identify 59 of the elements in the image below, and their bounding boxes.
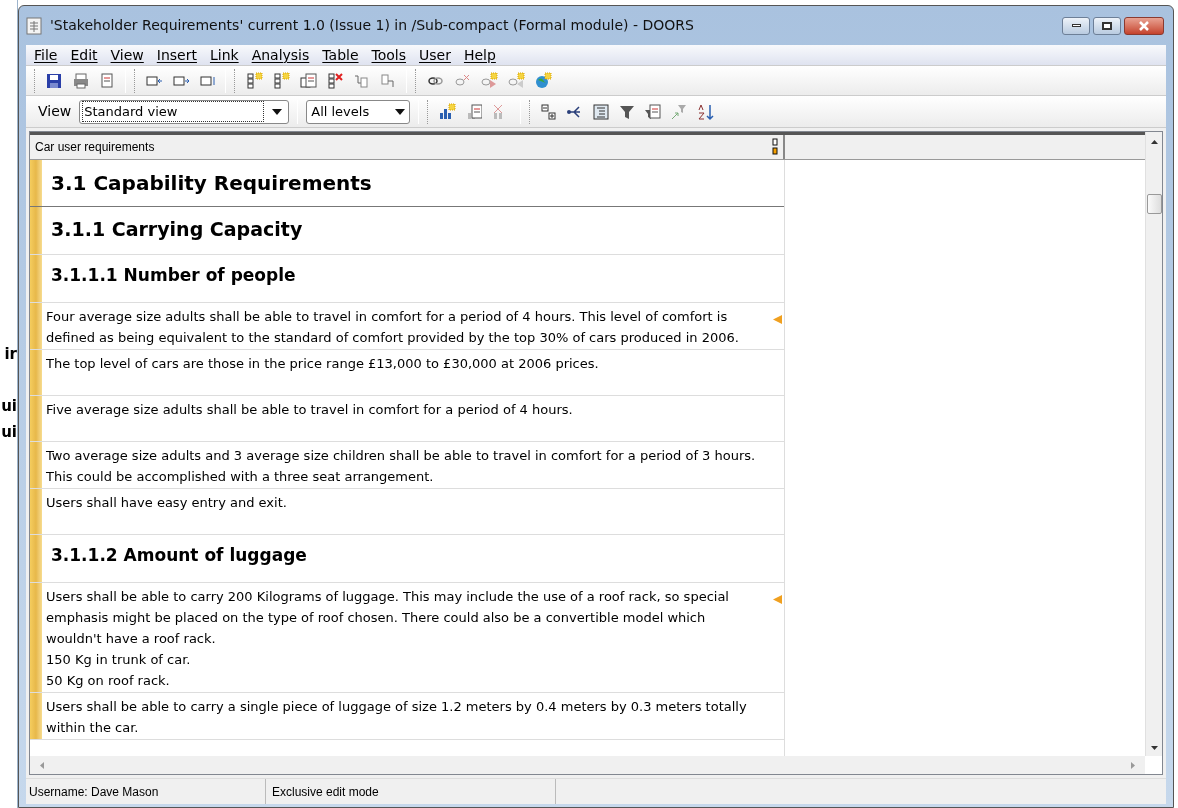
scroll-thumb[interactable]: [1146, 194, 1162, 214]
menu-item[interactable]: Link: [203, 44, 245, 66]
window-text: ui: [1, 397, 17, 415]
caret-icon: [272, 108, 283, 115]
link-in-icon[interactable]: [507, 71, 525, 90]
menu-item[interactable]: File: [28, 44, 64, 66]
copy-icon[interactable]: [299, 71, 317, 90]
scroll-right-icon[interactable]: [1129, 760, 1137, 770]
section-heading: 3.1.1.2 Amount of luggage: [50, 544, 308, 567]
close-button[interactable]: [1124, 16, 1164, 35]
status-text: Exclusive edit mode: [266, 779, 556, 804]
menu-item[interactable]: Tools: [365, 44, 412, 66]
menu-item[interactable]: Edit: [64, 44, 104, 66]
globe-icon[interactable]: [534, 71, 552, 90]
requirement-text: The top level of cars are those in the price range £13,000 to £30,000 at 2006 prices.: [45, 355, 600, 373]
filter-list-icon[interactable]: [644, 102, 663, 121]
section-heading: 3.1.1 Carrying Capacity: [50, 217, 304, 242]
insert-below-icon[interactable]: [272, 71, 290, 90]
requirement-text: Five average size adults shall be able to travel in comfort for a period of 4 hours.: [45, 401, 574, 419]
scroll-left-icon[interactable]: [38, 760, 46, 770]
delete-icon[interactable]: [326, 71, 344, 90]
menu-item[interactable]: Table: [316, 44, 365, 66]
requirement-text: Users shall have easy entry and exit.: [45, 494, 288, 512]
column-title: Car user requirements: [35, 139, 156, 156]
vertical-scrollbar[interactable]: [1145, 132, 1162, 756]
menu-item[interactable]: Analysis: [245, 44, 316, 66]
link-out-icon[interactable]: [480, 71, 498, 90]
menu-item[interactable]: View: [104, 44, 150, 66]
status-text: Username: Dave Mason: [26, 779, 266, 804]
menu-item[interactable]: Insert: [150, 44, 203, 66]
outline-icon[interactable]: [592, 102, 611, 121]
window-text: ui: [1, 423, 17, 441]
requirement-text: Two average size adults and 3 average size children shall be able to travel in comfort for a period of 3 hours. This could be accomplished with a three seat arrangement.: [45, 447, 757, 486]
view-label: View: [38, 102, 72, 121]
minimize-button[interactable]: [1062, 16, 1090, 35]
levels-dropdown[interactable]: All levels: [306, 99, 411, 124]
menu-item[interactable]: Help: [457, 44, 502, 66]
window-text: ir: [4, 345, 17, 363]
new-view-icon[interactable]: [438, 102, 457, 121]
close-icon: [1138, 20, 1150, 31]
filter-toggle-icon[interactable]: [670, 102, 689, 121]
insert-object-icon[interactable]: [245, 71, 263, 90]
requirement-text: Users shall be able to carry 200 Kilograms of luggage. This may include the use of a roof rack, so special emphasis might be placed on the type of roof chosen. There could also be a convertible model which wouldn't have a roof rack. 150 Kg in trunk of car. 50 Kg on roof rack.: [45, 588, 730, 690]
save-icon[interactable]: [45, 71, 63, 90]
menu-item[interactable]: User: [413, 44, 457, 66]
restore-button[interactable]: [1093, 16, 1121, 35]
requirement-text: Four average size adults shall be able to travel in comfort for a period of 4 hours. This level of comfort is defined as being equivalent to the standard of comfort provided by the top 30% of cars produced in 2006.: [45, 308, 740, 347]
document-icon: [26, 16, 42, 35]
sort-icon[interactable]: [696, 102, 715, 121]
requirement-text: Users shall be able to carry a single piece of luggage of size 1.2 meters by 0.4 meters by 0.3 meters totally within the car.: [45, 698, 748, 737]
section-heading: 3.1 Capability Requirements: [50, 170, 373, 197]
section-heading: 3.1.1.1 Number of people: [50, 264, 297, 287]
horizontal-scrollbar[interactable]: [30, 756, 1145, 774]
caret-icon: [395, 108, 406, 115]
expand-icon[interactable]: [540, 102, 559, 121]
column-marker-icon: [772, 138, 778, 156]
window-title: 'Stakeholder Requirements' current 1.0 (Issue 1) in /Sub-compact (Formal module) - DOORS: [50, 16, 695, 35]
print-icon[interactable]: [72, 71, 90, 90]
view-dropdown[interactable]: Standard view: [79, 99, 290, 124]
